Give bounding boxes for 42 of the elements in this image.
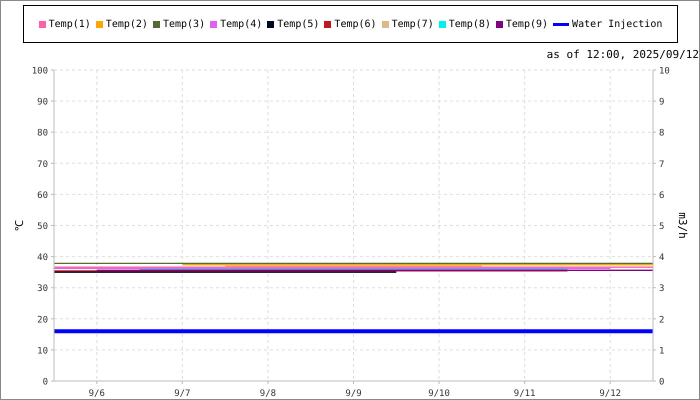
axis-tick-label: 6 — [659, 190, 664, 201]
legend-label: Temp(2) — [106, 18, 148, 30]
legend-label: Temp(9) — [506, 18, 548, 30]
y-axis-label: m3/h — [676, 212, 689, 239]
axis-tick-label: 7 — [659, 160, 664, 170]
axis-tick-label: 1 — [659, 346, 664, 356]
axis-tick-label: 9/8 — [260, 389, 276, 399]
axis-tick-label: 2 — [659, 315, 664, 326]
axis-tick-label: 60 — [37, 190, 48, 201]
axis-tick-label: 5 — [659, 222, 664, 232]
legend-label: Temp(6) — [334, 18, 377, 30]
legend-label: Temp(4) — [220, 18, 262, 30]
timestamp-label: as of 12:00, 2025/09/12 — [546, 48, 699, 60]
axis-tick-label: 9/10 — [428, 389, 450, 399]
axis-tick-label: 80 — [37, 128, 48, 139]
axis-tick-label: 9/6 — [88, 389, 105, 399]
axis-tick-label: 10 — [37, 346, 48, 356]
axis-tick-label: 8 — [659, 128, 664, 139]
axis-tick-label: 0 — [42, 378, 48, 388]
axis-tick-label: 100 — [32, 66, 48, 76]
axis-tick-label: 3 — [659, 284, 664, 294]
legend-label: Temp(7) — [392, 18, 434, 30]
axis-tick-label: 50 — [37, 222, 48, 232]
legend-label: Temp(3) — [162, 18, 206, 30]
axis-tick-label: 10 — [659, 66, 670, 76]
legend-label: Temp(8) — [448, 18, 491, 30]
axis-tick-label: 40 — [37, 253, 48, 264]
axis-tick-label: 4 — [659, 253, 664, 264]
y-axis-label: ℃ — [13, 220, 26, 231]
legend-label: Temp(1) — [48, 18, 91, 30]
axis-tick-label: 20 — [37, 315, 48, 326]
axis-tick-label: 90 — [37, 98, 48, 108]
legend-label: Temp(5) — [277, 18, 320, 30]
axis-tick-label: 9/11 — [514, 389, 536, 399]
legend-label: Water Injection — [572, 18, 662, 30]
axis-tick-label: 9/9 — [345, 389, 362, 399]
axis-tick-label: 9 — [659, 98, 664, 108]
axis-tick-label: 70 — [37, 160, 48, 170]
axis-tick-label: 9/12 — [599, 389, 622, 399]
axis-tick-label: 0 — [659, 378, 664, 388]
axis-tick-label: 30 — [37, 284, 48, 294]
axis-tick-label: 9/7 — [174, 389, 190, 399]
